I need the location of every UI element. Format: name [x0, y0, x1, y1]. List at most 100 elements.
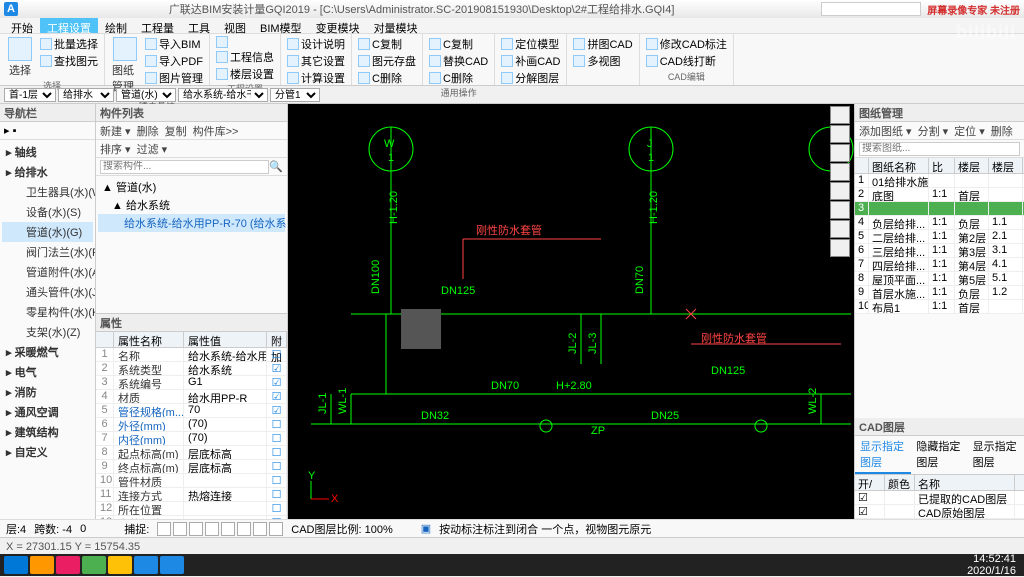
cl-tool[interactable]: 构件库>>: [193, 123, 239, 139]
menu-start[interactable]: 开始: [4, 18, 40, 33]
nav-tree[interactable]: ▸ 轴线▸ 给排水卫生器具(水)(W)设备(水)(S)管道(水)(G)阀门法兰(…: [0, 140, 95, 519]
ribbon-item[interactable]: 导入BIM: [143, 36, 205, 52]
prop-row[interactable]: 12所在位置☐: [96, 502, 287, 516]
ribbon-item[interactable]: 图片管理: [143, 70, 205, 86]
cl-tool[interactable]: 复制: [165, 123, 187, 139]
prop-row[interactable]: 13安装部位☐: [96, 516, 287, 519]
system-select[interactable]: 给水系统-给水干: [178, 88, 268, 102]
cl-row[interactable]: ☑已提取的CAD图层: [855, 491, 1024, 505]
menu-project-settings[interactable]: 工程设置: [40, 18, 98, 33]
prop-row[interactable]: 4材质给水用PP-R☑: [96, 390, 287, 404]
dm-row[interactable]: 7四层给排...1:1第4层4.1: [855, 258, 1024, 272]
ribbon-item[interactable]: 补画CAD: [499, 53, 562, 69]
nav-item[interactable]: 通头管件(水)(J): [2, 282, 93, 302]
nav-item[interactable]: ▸ 自定义: [2, 442, 93, 462]
tb-app[interactable]: [82, 556, 106, 574]
tb-app[interactable]: [160, 556, 184, 574]
nav-item[interactable]: ▸ 给排水: [2, 162, 93, 182]
dm-row[interactable]: 5二层给排...1:1第2层2.1: [855, 230, 1024, 244]
cl-tool[interactable]: 排序 ▾: [100, 141, 131, 157]
ribbon-item[interactable]: 多视图: [571, 53, 634, 69]
menu-draw[interactable]: 绘制: [98, 18, 134, 33]
start-button[interactable]: [4, 556, 28, 574]
cl-row[interactable]: ☑CAD原始图层: [855, 505, 1024, 519]
vtb-btn[interactable]: [830, 220, 850, 238]
prop-row[interactable]: 5管径规格(m...70☑: [96, 404, 287, 418]
prop-row[interactable]: 9终点标高(m)层底标高☐: [96, 460, 287, 474]
nav-item[interactable]: 管道(水)(G): [2, 222, 93, 242]
menu-change[interactable]: 变更模块: [309, 18, 367, 33]
dm-search[interactable]: [859, 142, 1020, 156]
prop-row[interactable]: 10管件材质☐: [96, 474, 287, 488]
dm-row[interactable]: 10布局11:1首层: [855, 300, 1024, 314]
prop-row[interactable]: 11连接方式热熔连接☐: [96, 488, 287, 502]
ribbon-item[interactable]: C复制: [356, 36, 418, 52]
nav-item[interactable]: 设备(水)(S): [2, 202, 93, 222]
vtb-btn[interactable]: [830, 163, 850, 181]
prop-row[interactable]: 1名称给水系统-给水用PP-R-70☐: [96, 348, 287, 362]
ribbon-item[interactable]: 定位模型: [499, 36, 562, 52]
nav-item[interactable]: 零星构件(水)(K): [2, 302, 93, 322]
tree-node[interactable]: ▲ 给水系统: [98, 196, 285, 214]
category-select[interactable]: 给排水: [58, 88, 114, 102]
menu-tools[interactable]: 工具: [181, 18, 217, 33]
cl-tool[interactable]: 新建 ▾: [100, 123, 131, 139]
dm-row[interactable]: 4负层给排...1:1负层1.1: [855, 216, 1024, 230]
dm-row[interactable]: 8屋顶平面...1:1第5层5.1: [855, 272, 1024, 286]
dm-row[interactable]: 2底图1:1首层: [855, 188, 1024, 202]
vtb-btn[interactable]: [830, 182, 850, 200]
ribbon-item[interactable]: 分解图层: [499, 70, 562, 86]
ribbon-item[interactable]: 修改CAD标注: [644, 36, 729, 52]
vtb-btn[interactable]: [830, 125, 850, 143]
dm-grid[interactable]: 图纸名称比例楼层楼层编号 101给排水施工...2底图1:1首层34负层给排..…: [855, 158, 1024, 314]
nav-item[interactable]: 管道附件(水)(A): [2, 262, 93, 282]
drawing-canvas[interactable]: W1 J1 H-1.20 H-1.20 DN100 DN70 DN125 DN7…: [288, 104, 854, 519]
tree-node[interactable]: 给水系统-给水用PP-R-70 (给水系统 给水用PP-R 70): [98, 214, 285, 232]
prop-row[interactable]: 7内径(mm)(70)☐: [96, 432, 287, 446]
floor-select[interactable]: 首-1层: [4, 88, 56, 102]
ribbon-item[interactable]: 工程信息: [214, 49, 276, 65]
ribbon-item[interactable]: 替换CAD: [427, 53, 490, 69]
tb-app[interactable]: [56, 556, 80, 574]
ribbon-item[interactable]: 导入PDF: [143, 53, 205, 69]
menu-bim[interactable]: BIM模型: [253, 18, 309, 33]
cl-tab[interactable]: 显示指定图层: [855, 436, 911, 474]
nav-item[interactable]: 阀门法兰(水)(F): [2, 242, 93, 262]
props-grid[interactable]: 属性名称 属性值 附加 1名称给水系统-给水用PP-R-70☐2系统类型给水系统…: [96, 332, 287, 519]
cadlayer-grid[interactable]: 开/关颜色名称 ☑已提取的CAD图层☑CAD原始图层: [855, 475, 1024, 519]
menu-quantity[interactable]: 工程量: [134, 18, 181, 33]
ribbon-item[interactable]: C删除: [427, 70, 490, 86]
complist-tree[interactable]: ▲ 管道(水)▲ 给水系统给水系统-给水用PP-R-70 (给水系统 给水用PP…: [96, 176, 287, 313]
complist-search[interactable]: [100, 160, 269, 174]
menu-view[interactable]: 视图: [217, 18, 253, 33]
ribbon-item[interactable]: CAD线打断: [644, 53, 729, 69]
menu-compare[interactable]: 对量模块: [367, 18, 425, 33]
titlebar-search[interactable]: [821, 2, 921, 16]
ribbon-btn[interactable]: 选择: [4, 36, 36, 79]
vtb-btn[interactable]: [830, 201, 850, 219]
branch-select[interactable]: 分管1: [270, 88, 320, 102]
dm-tool[interactable]: 定位 ▾: [954, 123, 985, 139]
ribbon-item[interactable]: 楼层设置: [214, 66, 276, 82]
tb-app[interactable]: [30, 556, 54, 574]
ribbon-item[interactable]: 批量选择: [38, 36, 100, 52]
ribbon-item[interactable]: 拼图CAD: [571, 36, 634, 52]
snap-icons[interactable]: [157, 522, 283, 536]
cl-tab[interactable]: 显示指定图层: [968, 436, 1024, 474]
dm-row[interactable]: 6三层给排...1:1第3层3.1: [855, 244, 1024, 258]
prop-row[interactable]: 3系统编号G1☑: [96, 376, 287, 390]
ribbon-item[interactable]: 查找图元: [38, 53, 100, 69]
dm-tool[interactable]: 分割 ▾: [918, 123, 949, 139]
ribbon-item[interactable]: 其它设置: [285, 53, 347, 69]
vtb-btn[interactable]: [830, 239, 850, 257]
tree-node[interactable]: ▲ 管道(水): [98, 178, 285, 196]
ribbon-item[interactable]: 图元存盘: [356, 53, 418, 69]
ribbon-item[interactable]: 设计说明: [285, 36, 347, 52]
nav-item[interactable]: 支架(水)(Z): [2, 322, 93, 342]
tb-app-active[interactable]: [134, 556, 158, 574]
ribbon-item[interactable]: [214, 36, 276, 48]
ribbon-item[interactable]: C删除: [356, 70, 418, 86]
dm-row[interactable]: 9首层水施...1:1负层1.2: [855, 286, 1024, 300]
dm-tool[interactable]: 添加图纸 ▾: [859, 123, 912, 139]
ribbon-item[interactable]: 计算设置: [285, 70, 347, 86]
